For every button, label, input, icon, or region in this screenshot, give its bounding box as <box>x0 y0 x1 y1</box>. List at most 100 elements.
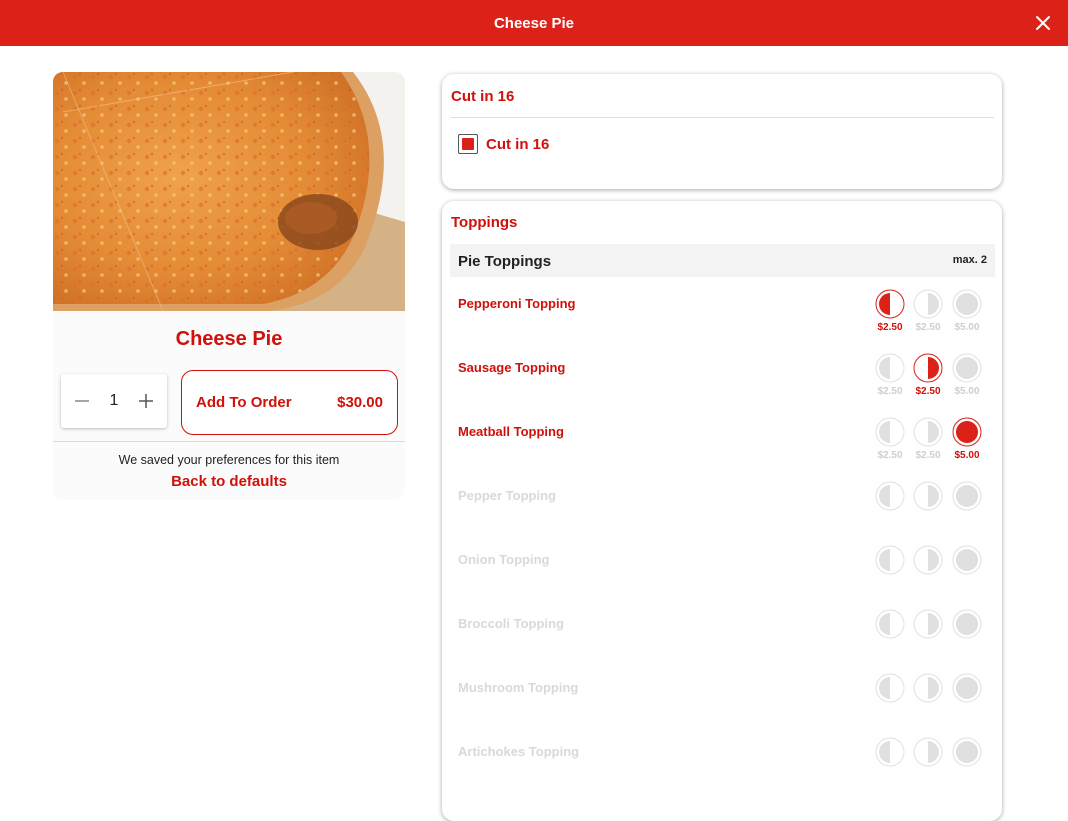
whole-pizza-icon <box>952 353 982 383</box>
topping-option-left[interactable]: $2.50 <box>870 415 910 475</box>
quantity-value: 1 <box>109 392 119 409</box>
whole-pizza-icon <box>952 609 982 639</box>
divider <box>53 441 405 442</box>
add-to-order-label: Add To Order <box>196 394 292 411</box>
topping-option-right[interactable]: $2.50 <box>908 351 948 411</box>
topping-option-whole[interactable]: $5.00 <box>947 287 987 347</box>
topping-option-left[interactable]: $2.50 <box>870 287 910 347</box>
right-half-icon <box>913 481 943 511</box>
pizza-image <box>53 72 405 311</box>
topping-option-left[interactable] <box>870 607 910 667</box>
modal-title: Cheese Pie <box>493 14 575 32</box>
topping-group-max: max. 2 <box>952 254 987 266</box>
left-half-icon <box>875 609 905 639</box>
left-half-icon <box>875 417 905 447</box>
left-half-icon <box>875 737 905 767</box>
left-half-icon <box>875 545 905 575</box>
decrease-quantity-button[interactable] <box>71 390 93 412</box>
topping-name: Pepper Topping <box>458 488 556 503</box>
topping-option-price: $2.50 <box>877 386 903 397</box>
whole-pizza-icon <box>952 417 982 447</box>
left-half-icon <box>875 481 905 511</box>
topping-row: Pepper Topping <box>442 479 1002 543</box>
topping-row: Broccoli Topping <box>442 607 1002 671</box>
item-title: Cheese Pie <box>175 328 283 350</box>
right-half-icon <box>913 417 943 447</box>
modal-header: Cheese Pie <box>0 0 1068 46</box>
cut-in-16-label: Cut in 16 <box>486 135 550 153</box>
left-half-icon <box>875 289 905 319</box>
topping-option-left[interactable] <box>870 479 910 539</box>
topping-option-whole[interactable] <box>947 735 987 795</box>
topping-option-right[interactable] <box>908 479 948 539</box>
topping-option-left[interactable] <box>870 671 910 731</box>
topping-option-whole[interactable] <box>947 671 987 731</box>
topping-option-right[interactable] <box>908 543 948 603</box>
checkbox-checked-mark <box>462 138 474 150</box>
right-half-icon <box>913 353 943 383</box>
add-to-order-price: $30.00 <box>337 394 383 411</box>
topping-option-whole[interactable] <box>947 479 987 539</box>
left-half-icon <box>875 673 905 703</box>
topping-row: Pepperoni Topping $2.50 $2.50 $5.00 <box>442 287 1002 351</box>
topping-option-whole[interactable] <box>947 607 987 667</box>
topping-option-left[interactable]: $2.50 <box>870 351 910 411</box>
topping-option-left[interactable] <box>870 543 910 603</box>
topping-group-name: Pie Toppings <box>458 253 552 270</box>
increase-quantity-button[interactable] <box>135 390 157 412</box>
minus-icon <box>75 400 89 402</box>
right-half-icon <box>913 609 943 639</box>
topping-group-header: Pie Toppings max. 2 <box>450 244 995 277</box>
topping-option-whole[interactable]: $5.00 <box>947 351 987 411</box>
topping-option-price: $2.50 <box>877 450 903 461</box>
right-half-icon <box>913 289 943 319</box>
divider <box>451 117 994 118</box>
saved-preferences-text: We saved your preferences for this item <box>118 453 340 467</box>
topping-option-whole[interactable] <box>947 543 987 603</box>
topping-row: Sausage Topping $2.50 $2.50 $5.00 <box>442 351 1002 415</box>
close-icon <box>1036 16 1050 30</box>
topping-name: Pepperoni Topping <box>458 296 576 311</box>
right-half-icon <box>913 545 943 575</box>
topping-name: Meatball Topping <box>458 424 564 439</box>
cut-in-16-option[interactable]: Cut in 16 <box>458 134 549 154</box>
topping-name: Artichokes Topping <box>458 744 580 759</box>
close-button[interactable] <box>1032 12 1054 34</box>
topping-option-price: $2.50 <box>877 322 903 333</box>
topping-row: Onion Topping <box>442 543 1002 607</box>
plus-icon <box>139 394 153 408</box>
add-to-order-button[interactable]: Add To Order $30.00 <box>181 370 398 435</box>
topping-name: Sausage Topping <box>458 360 566 375</box>
topping-name: Onion Topping <box>458 552 550 567</box>
whole-pizza-icon <box>952 673 982 703</box>
topping-option-right[interactable] <box>908 735 948 795</box>
topping-option-whole[interactable]: $5.00 <box>947 415 987 475</box>
whole-pizza-icon <box>952 737 982 767</box>
topping-option-right[interactable]: $2.50 <box>908 287 948 347</box>
topping-option-right[interactable]: $2.50 <box>908 415 948 475</box>
topping-name: Mushroom Topping <box>458 680 579 695</box>
topping-option-price: $2.50 <box>915 386 941 397</box>
cut-in-16-checkbox[interactable] <box>458 134 478 154</box>
item-summary-card: Cheese Pie 1 Add To Order $30.00 We save… <box>53 72 405 500</box>
right-half-icon <box>913 673 943 703</box>
whole-pizza-icon <box>952 481 982 511</box>
topping-option-price: $2.50 <box>915 322 941 333</box>
topping-option-price: $2.50 <box>915 450 941 461</box>
topping-row: Artichokes Topping <box>442 735 1002 799</box>
right-half-icon <box>913 737 943 767</box>
cut-section-title: Cut in 16 <box>451 88 515 105</box>
whole-pizza-icon <box>952 289 982 319</box>
left-half-icon <box>875 353 905 383</box>
cut-section-card: Cut in 16 Cut in 16 <box>442 74 1002 189</box>
topping-row: Mushroom Topping <box>442 671 1002 735</box>
topping-option-price: $5.00 <box>954 386 980 397</box>
topping-option-right[interactable] <box>908 607 948 667</box>
toppings-section-title: Toppings <box>451 214 518 231</box>
whole-pizza-icon <box>952 545 982 575</box>
toppings-section-card: Toppings Pie Toppings max. 2 Pepperoni T… <box>442 201 1002 821</box>
back-to-defaults-link[interactable]: Back to defaults <box>53 473 405 490</box>
topping-row: Meatball Topping $2.50 $2.50 $5.00 <box>442 415 1002 479</box>
topping-option-left[interactable] <box>870 735 910 795</box>
topping-option-right[interactable] <box>908 671 948 731</box>
